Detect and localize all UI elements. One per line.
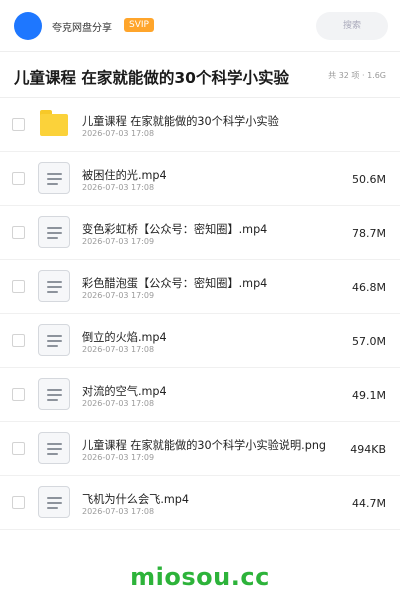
header-bar: 夸克网盘分享 SVIP 搜索 bbox=[0, 0, 400, 52]
file-name: 变色彩虹桥【公众号：密知圈】.mp4 bbox=[82, 223, 268, 236]
file-name: 儿童课程 在家就能做的30个科学小实验 bbox=[82, 115, 279, 128]
folder-icon bbox=[38, 108, 70, 140]
file-size: 57.0M bbox=[352, 335, 386, 348]
file-row[interactable]: 彩色醋泡蛋【公众号：密知圈】.mp4 2026-07-03 17:09 46.8… bbox=[0, 260, 400, 314]
file-row[interactable]: 飞机为什么会飞.mp4 2026-07-03 17:08 44.7M bbox=[0, 476, 400, 530]
file-row[interactable]: 倒立的火焰.mp4 2026-07-03 17:08 57.0M bbox=[0, 314, 400, 368]
file-name: 倒立的火焰.mp4 bbox=[82, 331, 167, 344]
page-title: 儿童课程 在家就能做的30个科学小实验 bbox=[14, 69, 289, 87]
file-row[interactable]: 儿童课程 在家就能做的30个科学小实验说明.png 2026-07-03 17:… bbox=[0, 422, 400, 476]
file-size: 78.7M bbox=[352, 227, 386, 240]
file-size: 44.7M bbox=[352, 497, 386, 510]
document-icon bbox=[38, 378, 70, 410]
document-icon bbox=[38, 486, 70, 518]
file-row[interactable]: 被困住的光.mp4 2026-07-03 17:08 50.6M bbox=[0, 152, 400, 206]
file-name: 儿童课程 在家就能做的30个科学小实验说明.png bbox=[82, 439, 327, 452]
watermark-text: miosou.cc bbox=[130, 563, 270, 591]
file-size: 494KB bbox=[350, 443, 386, 456]
select-checkbox[interactable] bbox=[12, 442, 25, 455]
select-checkbox[interactable] bbox=[12, 226, 25, 239]
file-date: 2026-07-03 17:08 bbox=[82, 507, 155, 516]
document-icon bbox=[38, 162, 70, 194]
title-row: 儿童课程 在家就能做的30个科学小实验 共 32 项 · 1.6G bbox=[0, 52, 400, 98]
file-list: 儿童课程 在家就能做的30个科学小实验 2026-07-03 17:08 被困住… bbox=[0, 98, 400, 530]
file-date: 2026-07-03 17:08 bbox=[82, 345, 155, 354]
file-name: 被困住的光.mp4 bbox=[82, 169, 167, 182]
file-name: 对流的空气.mp4 bbox=[82, 385, 167, 398]
document-icon bbox=[38, 270, 70, 302]
file-row[interactable]: 儿童课程 在家就能做的30个科学小实验 2026-07-03 17:08 bbox=[0, 98, 400, 152]
file-date: 2026-07-03 17:09 bbox=[82, 237, 155, 246]
document-icon bbox=[38, 432, 70, 464]
select-checkbox[interactable] bbox=[12, 496, 25, 509]
search-button[interactable]: 搜索 bbox=[316, 12, 388, 40]
file-name: 彩色醋泡蛋【公众号：密知圈】.mp4 bbox=[82, 277, 268, 290]
file-row[interactable]: 变色彩虹桥【公众号：密知圈】.mp4 2026-07-03 17:09 78.7… bbox=[0, 206, 400, 260]
select-checkbox[interactable] bbox=[12, 388, 25, 401]
avatar[interactable] bbox=[14, 12, 42, 40]
file-date: 2026-07-03 17:08 bbox=[82, 129, 155, 138]
file-date: 2026-07-03 17:08 bbox=[82, 183, 155, 192]
file-name: 飞机为什么会飞.mp4 bbox=[82, 493, 189, 506]
file-size: 49.1M bbox=[352, 389, 386, 402]
file-size: 50.6M bbox=[352, 173, 386, 186]
file-size: 46.8M bbox=[352, 281, 386, 294]
file-date: 2026-07-03 17:09 bbox=[82, 291, 155, 300]
document-icon bbox=[38, 324, 70, 356]
select-checkbox[interactable] bbox=[12, 172, 25, 185]
file-date: 2026-07-03 17:08 bbox=[82, 399, 155, 408]
file-count-meta: 共 32 项 · 1.6G bbox=[328, 71, 386, 80]
document-icon bbox=[38, 216, 70, 248]
select-checkbox[interactable] bbox=[12, 280, 25, 293]
select-checkbox[interactable] bbox=[12, 334, 25, 347]
svip-badge: SVIP bbox=[124, 18, 154, 32]
select-checkbox[interactable] bbox=[12, 118, 25, 131]
file-date: 2026-07-03 17:09 bbox=[82, 453, 155, 462]
file-row[interactable]: 对流的空气.mp4 2026-07-03 17:08 49.1M bbox=[0, 368, 400, 422]
username: 夸克网盘分享 bbox=[52, 23, 112, 34]
